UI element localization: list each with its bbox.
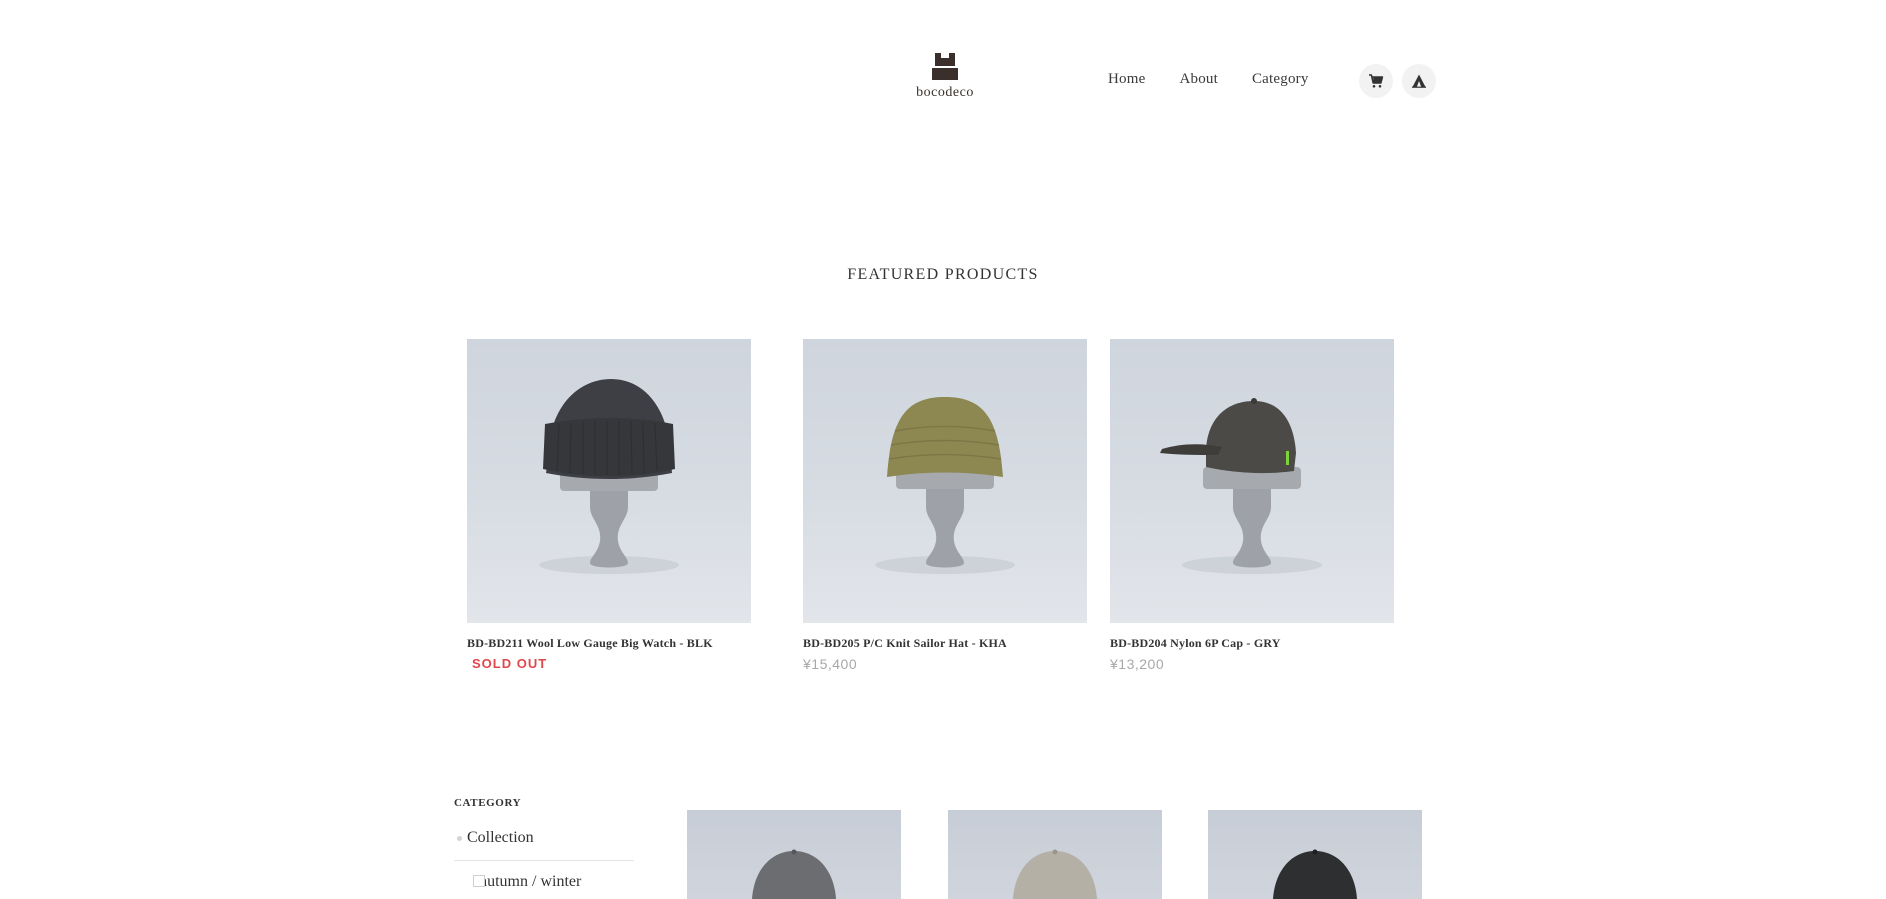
product-name[interactable]: BD-BD205 P/C Knit Sailor Hat - KHA — [803, 636, 1087, 651]
nav-about[interactable]: About — [1179, 71, 1218, 88]
tent-icon — [1412, 74, 1426, 88]
cart-button[interactable] — [1359, 64, 1393, 98]
cart-icon — [1369, 74, 1384, 88]
product-card[interactable]: BD-BD205 P/C Knit Sailor Hat - KHA ¥15,4… — [803, 339, 1087, 672]
divider — [454, 860, 634, 861]
brand-name: bocodeco — [916, 85, 974, 100]
subcategory-item-autumn-winter[interactable]: autumn / winter — [473, 873, 582, 891]
product-name[interactable]: BD-BD211 Wool Low Gauge Big Watch - BLK — [467, 636, 751, 651]
nav-home[interactable]: Home — [1108, 71, 1145, 88]
grid-product-image[interactable] — [948, 810, 1162, 899]
product-image[interactable] — [1110, 339, 1394, 623]
main-nav: Home About Category — [1108, 71, 1309, 88]
product-image[interactable] — [803, 339, 1087, 623]
product-price: ¥13,200 — [1110, 656, 1165, 672]
featured-title: FEATURED PRODUCTS — [847, 266, 1039, 283]
nav-category[interactable]: Category — [1252, 71, 1309, 88]
product-card[interactable]: BD-BD204 Nylon 6P Cap - GRY ¥13,200 — [1110, 339, 1394, 672]
product-name[interactable]: BD-BD204 Nylon 6P Cap - GRY — [1110, 636, 1394, 651]
subcategory-label: autumn / winter — [480, 873, 582, 890]
grid-product-image[interactable] — [687, 810, 901, 899]
brand-logo[interactable]: bocodeco — [910, 50, 980, 101]
page: bocodeco Home About Category FEATURED PR… — [0, 0, 1886, 899]
sold-out-badge: SOLD OUT — [472, 656, 548, 671]
category-label: Collection — [467, 829, 534, 846]
checkbox-icon — [473, 875, 485, 887]
product-card[interactable]: BD-BD211 Wool Low Gauge Big Watch - BLK … — [467, 339, 751, 671]
grid-product-image[interactable] — [1208, 810, 1422, 899]
category-heading: CATEGORY — [454, 797, 522, 809]
castle-icon — [932, 53, 958, 80]
category-item-collection[interactable]: Collection — [457, 829, 534, 847]
product-image[interactable] — [467, 339, 751, 623]
bullet-icon — [457, 835, 462, 841]
tent-button[interactable] — [1402, 64, 1436, 98]
product-price: ¥15,400 — [803, 656, 858, 672]
